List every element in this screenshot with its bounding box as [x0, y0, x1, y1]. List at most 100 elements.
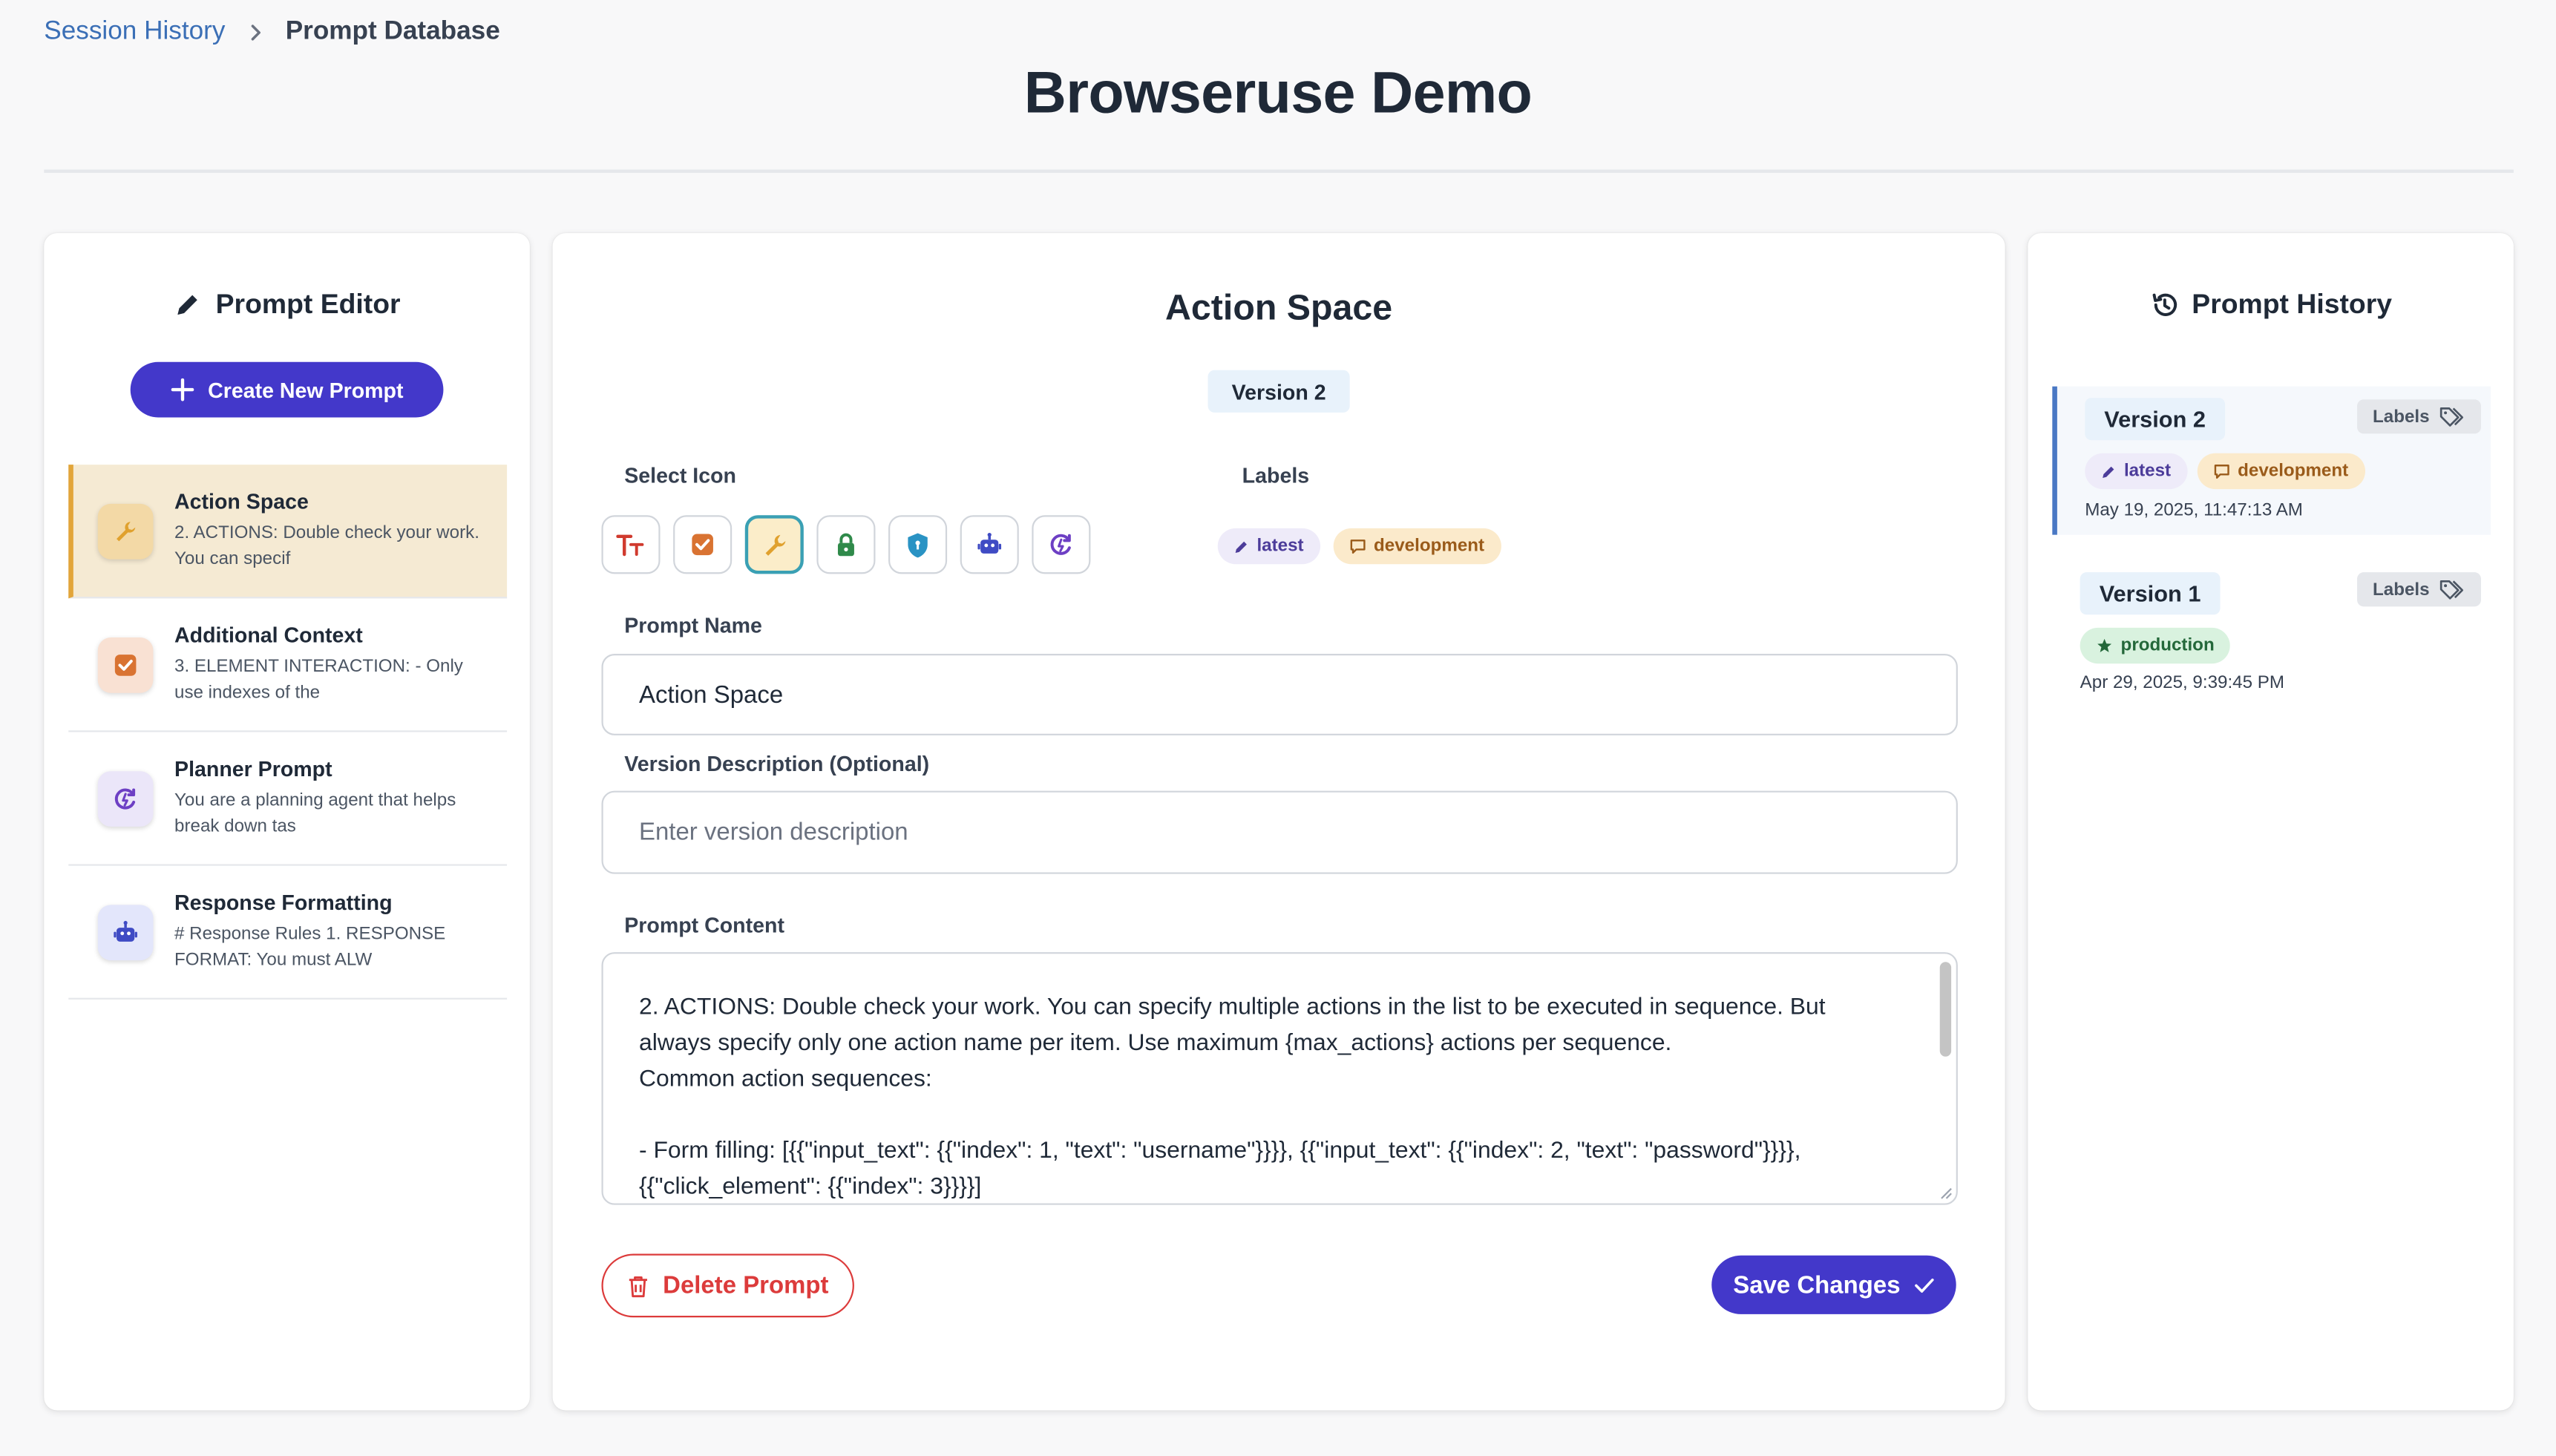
prompt-content-line: {{"click_element": {{"index": 3}}}}]: [639, 1173, 982, 1201]
check-icon: [1914, 1277, 1934, 1292]
history-version-item[interactable]: Version 1 Labels production Apr 29, 2025…: [2052, 564, 2491, 711]
icon-option-lock[interactable]: [816, 515, 876, 574]
plus-icon: [170, 378, 194, 401]
icon-option-checkbox[interactable]: [673, 515, 733, 574]
prompt-content-line: [639, 1098, 1891, 1133]
prompt-list: Action Space 2. ACTIONS: Double check yo…: [68, 465, 508, 1000]
history-version-tags: latest development: [2085, 453, 2365, 490]
prompt-item-additional-context[interactable]: Additional Context 3. ELEMENT INTERACTIO…: [68, 598, 508, 732]
prompt-item-title: Additional Context: [174, 623, 363, 648]
cycle-icon: [97, 771, 154, 827]
prompt-content-line: 2. ACTIONS: Double check your work. You …: [639, 994, 1826, 1021]
cycle-icon: [1050, 534, 1071, 555]
label-tag-text: production: [2120, 635, 2215, 656]
delete-prompt-label: Delete Prompt: [663, 1271, 829, 1300]
prompt-item-desc: 2. ACTIONS: Double check your work. You …: [174, 523, 479, 569]
prompt-name-input[interactable]: Action Space: [601, 654, 1958, 735]
label-tag-text: latest: [1256, 536, 1304, 557]
history-version-tags: production: [2080, 627, 2231, 664]
prompt-item-title: Action Space: [174, 489, 309, 514]
pencil-icon: [1235, 540, 1247, 552]
history-labels-label: Labels: [2373, 580, 2430, 600]
prompt-title: Action Space: [1165, 286, 1393, 328]
textarea-scrollbar[interactable]: [1939, 962, 1952, 1057]
prompt-content-line: always specify only one action name per …: [639, 1030, 1672, 1057]
history-labels-button[interactable]: Labels: [2357, 399, 2481, 434]
icon-option-text[interactable]: [601, 515, 661, 574]
version-badge: Version 2: [1207, 370, 1350, 413]
prompt-editor-panel: Prompt Editor Create New Prompt Action S…: [44, 233, 530, 1411]
history-version-item[interactable]: Version 2 Labels latest development May …: [2052, 386, 2491, 535]
delete-prompt-button[interactable]: Delete Prompt: [601, 1253, 854, 1318]
history-icon: [2152, 293, 2177, 316]
label-tag-latest[interactable]: latest: [1217, 528, 1320, 565]
history-labels-label: Labels: [2373, 407, 2430, 427]
prompt-item-desc: 3. ELEMENT INTERACTION: - Only use index…: [174, 657, 463, 703]
history-version-date: May 19, 2025, 11:47:13 AM: [2085, 500, 2303, 520]
checkbox-icon: [692, 534, 713, 556]
prompt-editor-heading: Prompt Editor: [44, 289, 530, 321]
prompt-history-panel: Prompt History Version 2 Labels latest d…: [2028, 233, 2514, 1411]
prompt-content-line: Common action sequences:: [639, 1066, 932, 1093]
chat-icon: [2214, 465, 2229, 479]
tags-icon: [2440, 406, 2464, 426]
history-version-badge: Version 2: [2085, 398, 2226, 441]
prompt-item-title: Response Formatting: [174, 890, 393, 915]
page-title: Browseruse Demo: [1023, 59, 1533, 126]
label-tag-text: development: [2238, 461, 2349, 482]
trash-icon: [629, 1275, 647, 1297]
resize-grip-icon[interactable]: [1939, 1185, 1953, 1200]
version-description-input[interactable]: Enter version description: [601, 790, 1958, 874]
create-new-prompt-button[interactable]: Create New Prompt: [130, 361, 444, 418]
label-tag-production: production: [2080, 627, 2231, 664]
icon-option-wrench[interactable]: [744, 515, 804, 574]
prompt-content-textarea[interactable]: 2. ACTIONS: Double check your work. You …: [601, 952, 1958, 1205]
save-changes-button[interactable]: Save Changes: [1711, 1255, 1956, 1314]
header-divider: [44, 169, 2514, 173]
prompt-history-title: Prompt History: [2192, 288, 2393, 320]
star-icon: [2097, 638, 2112, 652]
shield-icon: [908, 532, 928, 557]
robot-icon: [97, 905, 154, 961]
label-tag-development[interactable]: development: [1333, 528, 1501, 565]
label-tag-text: development: [1374, 536, 1485, 557]
labels-label: Labels: [1242, 462, 1310, 488]
pencil-icon: [178, 295, 198, 315]
tags-icon: [2440, 579, 2464, 599]
prompt-item-action-space[interactable]: Action Space 2. ACTIONS: Double check yo…: [68, 465, 508, 599]
icon-option-cycle[interactable]: [1032, 515, 1091, 574]
create-new-prompt-label: Create New Prompt: [208, 377, 404, 402]
select-icon-label: Select Icon: [624, 462, 736, 488]
prompt-name-label: Prompt Name: [624, 613, 762, 638]
text-icon: [616, 534, 644, 557]
prompt-item-planner-prompt[interactable]: Planner Prompt You are a planning agent …: [68, 732, 508, 866]
history-labels-button[interactable]: Labels: [2357, 572, 2481, 607]
robot-icon: [977, 533, 1002, 554]
icon-option-robot[interactable]: [960, 515, 1019, 574]
pencil-icon: [2103, 465, 2114, 477]
breadcrumb: Session History Prompt Database: [44, 16, 499, 49]
lock-icon: [837, 533, 854, 557]
labels-list: latest development: [1217, 528, 1501, 565]
icon-option-shield[interactable]: [888, 515, 948, 574]
label-tag-text: latest: [2123, 461, 2172, 482]
save-changes-label: Save Changes: [1733, 1270, 1901, 1299]
prompt-item-response-formatting[interactable]: Response Formatting # Response Rules 1. …: [68, 866, 508, 1000]
breadcrumb-current: Prompt Database: [285, 18, 500, 46]
breadcrumb-link-session-history[interactable]: Session History: [44, 18, 225, 47]
prompt-item-desc: You are a planning agent that helps brea…: [174, 790, 456, 837]
chat-icon: [1350, 540, 1366, 554]
prompt-item-title: Planner Prompt: [174, 756, 332, 781]
version-description-label: Version Description (Optional): [624, 751, 930, 776]
prompt-history-heading: Prompt History: [2028, 289, 2514, 321]
history-version-date: Apr 29, 2025, 9:39:45 PM: [2080, 673, 2285, 693]
history-version-badge: Version 1: [2080, 572, 2221, 615]
label-tag-latest: latest: [2085, 453, 2188, 490]
prompt-detail-panel: Action Space Version 2 Select Icon Label…: [552, 233, 2005, 1411]
wrench-icon: [764, 534, 785, 555]
prompt-content-line: - Form filling: [{{"input_text": {{"inde…: [639, 1138, 1801, 1164]
wrench-icon: [97, 503, 154, 560]
label-tag-development: development: [2197, 453, 2365, 490]
prompt-content-label: Prompt Content: [624, 913, 784, 938]
icon-picker: [601, 515, 1091, 574]
